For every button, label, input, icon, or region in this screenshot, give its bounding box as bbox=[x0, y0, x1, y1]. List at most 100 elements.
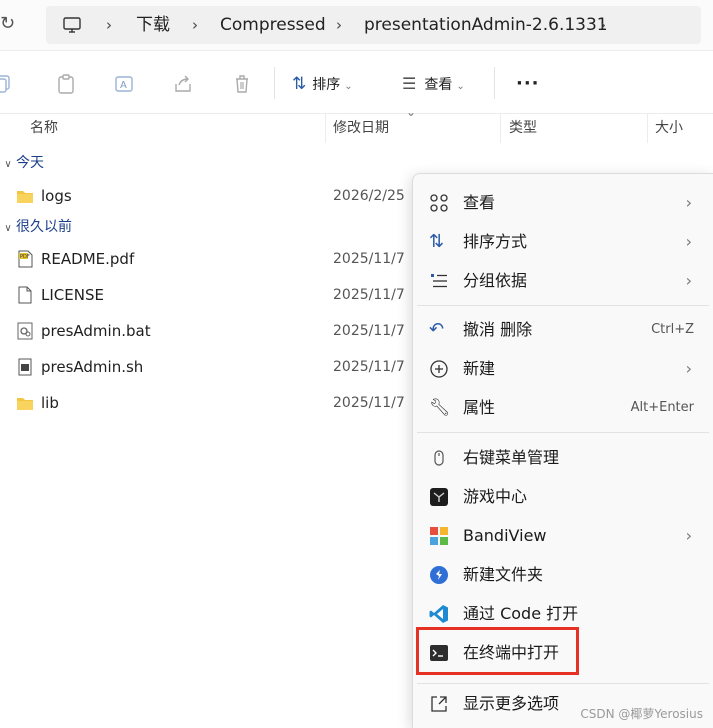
view-button[interactable]: ☰ 查看 ⌄ bbox=[402, 73, 465, 95]
chevron-right-icon: › bbox=[685, 232, 692, 251]
sort-icon: ⇅ bbox=[429, 231, 445, 252]
chevron-down-icon: ⌄ bbox=[344, 81, 353, 92]
svg-text:PDF: PDF bbox=[20, 254, 30, 260]
file-date: 2025/11/7 bbox=[333, 251, 405, 267]
file-name: presAdmin.sh bbox=[41, 358, 144, 376]
menu-item-context-manager[interactable]: 右键菜单管理 bbox=[413, 439, 713, 477]
column-divider[interactable] bbox=[647, 113, 648, 143]
toolbar-divider bbox=[274, 67, 275, 99]
column-header-row: 名称 修改日期 ⌄ 类型 大小 bbox=[0, 105, 713, 143]
group-list-icon bbox=[431, 274, 447, 288]
group-header-long-ago[interactable]: ∨ 很久以前 bbox=[0, 215, 72, 239]
sort-button[interactable]: ⇅ 排序 ⌄ bbox=[292, 73, 353, 95]
delete-icon[interactable] bbox=[231, 73, 253, 95]
menu-item-game-center[interactable]: 游戏中心 bbox=[413, 478, 713, 516]
menu-separator bbox=[417, 305, 709, 306]
mouse-icon bbox=[434, 450, 444, 466]
pdf-file-icon: PDF bbox=[18, 250, 33, 268]
file-date: 2025/11/7 bbox=[333, 395, 405, 411]
sort-icon: ⇅ bbox=[292, 74, 307, 94]
breadcrumb-item-downloads[interactable]: 下载 bbox=[136, 6, 170, 44]
view-button-label: 查看 bbox=[424, 77, 453, 93]
file-name: presAdmin.bat bbox=[41, 322, 151, 340]
sort-indicator-icon: ⌄ bbox=[406, 105, 417, 119]
file-name: LICENSE bbox=[41, 286, 104, 304]
wrench-icon: 🔧︎ bbox=[429, 398, 451, 418]
annotation-highlight-box bbox=[416, 627, 579, 675]
refresh-icon[interactable]: ↻ bbox=[0, 13, 15, 34]
file-name: logs bbox=[41, 187, 72, 205]
menu-item-undo-delete[interactable]: ↶ 撤消 删除 Ctrl+Z bbox=[413, 311, 713, 349]
breadcrumb-chevron-icon[interactable]: › bbox=[336, 6, 342, 44]
breadcrumb-item-compressed[interactable]: Compressed bbox=[220, 6, 326, 44]
open-external-icon bbox=[431, 696, 447, 712]
copy-icon[interactable] bbox=[0, 73, 14, 95]
column-header-name[interactable]: 名称 bbox=[30, 113, 58, 143]
breadcrumb-chevron-icon[interactable]: › bbox=[600, 6, 606, 44]
column-header-size[interactable]: 大小 bbox=[655, 113, 683, 143]
menu-item-label: 右键菜单管理 bbox=[463, 448, 560, 467]
file-date: 2026/2/25 bbox=[333, 188, 405, 204]
column-divider[interactable] bbox=[500, 113, 501, 143]
menu-item-view[interactable]: 查看 › bbox=[413, 184, 713, 222]
group-header-today[interactable]: ∨ 今天 bbox=[0, 151, 44, 175]
new-folder-icon bbox=[430, 566, 448, 584]
svg-text:A: A bbox=[120, 80, 127, 91]
menu-item-label: 查看 bbox=[463, 193, 496, 212]
vscode-icon bbox=[429, 605, 448, 623]
menu-item-label: 属性 bbox=[463, 398, 496, 417]
folder-icon bbox=[17, 398, 33, 410]
command-bar: A ⇅ 排序 ⌄ ☰ 查看 ⌄ ··· bbox=[0, 55, 713, 114]
menu-item-bandiview[interactable]: BandiView › bbox=[413, 517, 713, 555]
address-bar: ↻ › 下载 › Compressed › presentationAdmin-… bbox=[0, 0, 713, 51]
menu-item-sort-by[interactable]: ⇅ 排序方式 › bbox=[413, 223, 713, 261]
menu-item-new[interactable]: 新建 › bbox=[413, 350, 713, 388]
breadcrumb-chevron-icon[interactable]: › bbox=[106, 6, 112, 44]
menu-item-label: 撤消 删除 bbox=[463, 320, 533, 339]
file-name: lib bbox=[41, 394, 59, 412]
more-options-button[interactable]: ··· bbox=[516, 73, 540, 95]
menu-item-label: 显示更多选项 bbox=[463, 694, 560, 713]
file-icon bbox=[18, 286, 32, 304]
chevron-right-icon: › bbox=[685, 193, 692, 212]
menu-item-label: BandiView bbox=[463, 526, 547, 545]
menu-separator bbox=[417, 683, 709, 684]
bandiview-icon bbox=[430, 527, 448, 545]
shortcut-label: Alt+Enter bbox=[630, 400, 694, 415]
chevron-right-icon: › bbox=[685, 271, 692, 290]
this-pc-icon[interactable] bbox=[62, 15, 82, 35]
new-plus-icon bbox=[430, 360, 448, 378]
menu-item-properties[interactable]: 🔧︎ 属性 Alt+Enter bbox=[413, 389, 713, 427]
chevron-right-icon: › bbox=[685, 359, 692, 378]
menu-item-group-by[interactable]: 分组依据 › bbox=[413, 262, 713, 300]
undo-icon: ↶ bbox=[429, 319, 445, 340]
file-date: 2025/11/7 bbox=[333, 323, 405, 339]
folder-icon bbox=[17, 191, 33, 203]
menu-item-label: 分组依据 bbox=[463, 271, 528, 290]
paste-icon[interactable] bbox=[55, 73, 77, 95]
column-header-modified[interactable]: 修改日期 bbox=[333, 113, 389, 143]
group-label: 很久以前 bbox=[16, 219, 72, 235]
grid-view-icon bbox=[430, 194, 448, 212]
column-divider[interactable] bbox=[325, 113, 326, 143]
menu-item-label: 游戏中心 bbox=[463, 487, 528, 506]
toolbar-divider bbox=[494, 67, 495, 99]
column-header-type[interactable]: 类型 bbox=[509, 113, 537, 143]
menu-separator bbox=[417, 432, 709, 433]
chevron-right-icon: › bbox=[685, 526, 692, 545]
breadcrumb[interactable]: › 下载 › Compressed › presentationAdmin-2.… bbox=[46, 6, 701, 44]
chevron-down-icon: ∨ bbox=[4, 223, 12, 234]
breadcrumb-chevron-icon[interactable]: › bbox=[192, 6, 198, 44]
menu-item-label: 排序方式 bbox=[463, 232, 528, 251]
file-date: 2025/11/7 bbox=[333, 287, 405, 303]
file-date: 2025/11/7 bbox=[333, 359, 405, 375]
menu-item-new-folder[interactable]: 新建文件夹 bbox=[413, 556, 713, 594]
chevron-down-icon: ∨ bbox=[4, 159, 12, 170]
sh-file-icon bbox=[18, 358, 32, 376]
breadcrumb-item-folder[interactable]: presentationAdmin-2.6.1331 bbox=[364, 6, 608, 44]
sort-button-label: 排序 bbox=[312, 77, 341, 93]
menu-item-label: 新建 bbox=[463, 359, 496, 378]
file-name: README.pdf bbox=[41, 250, 135, 268]
share-icon[interactable] bbox=[172, 73, 194, 95]
rename-icon[interactable]: A bbox=[113, 73, 135, 95]
